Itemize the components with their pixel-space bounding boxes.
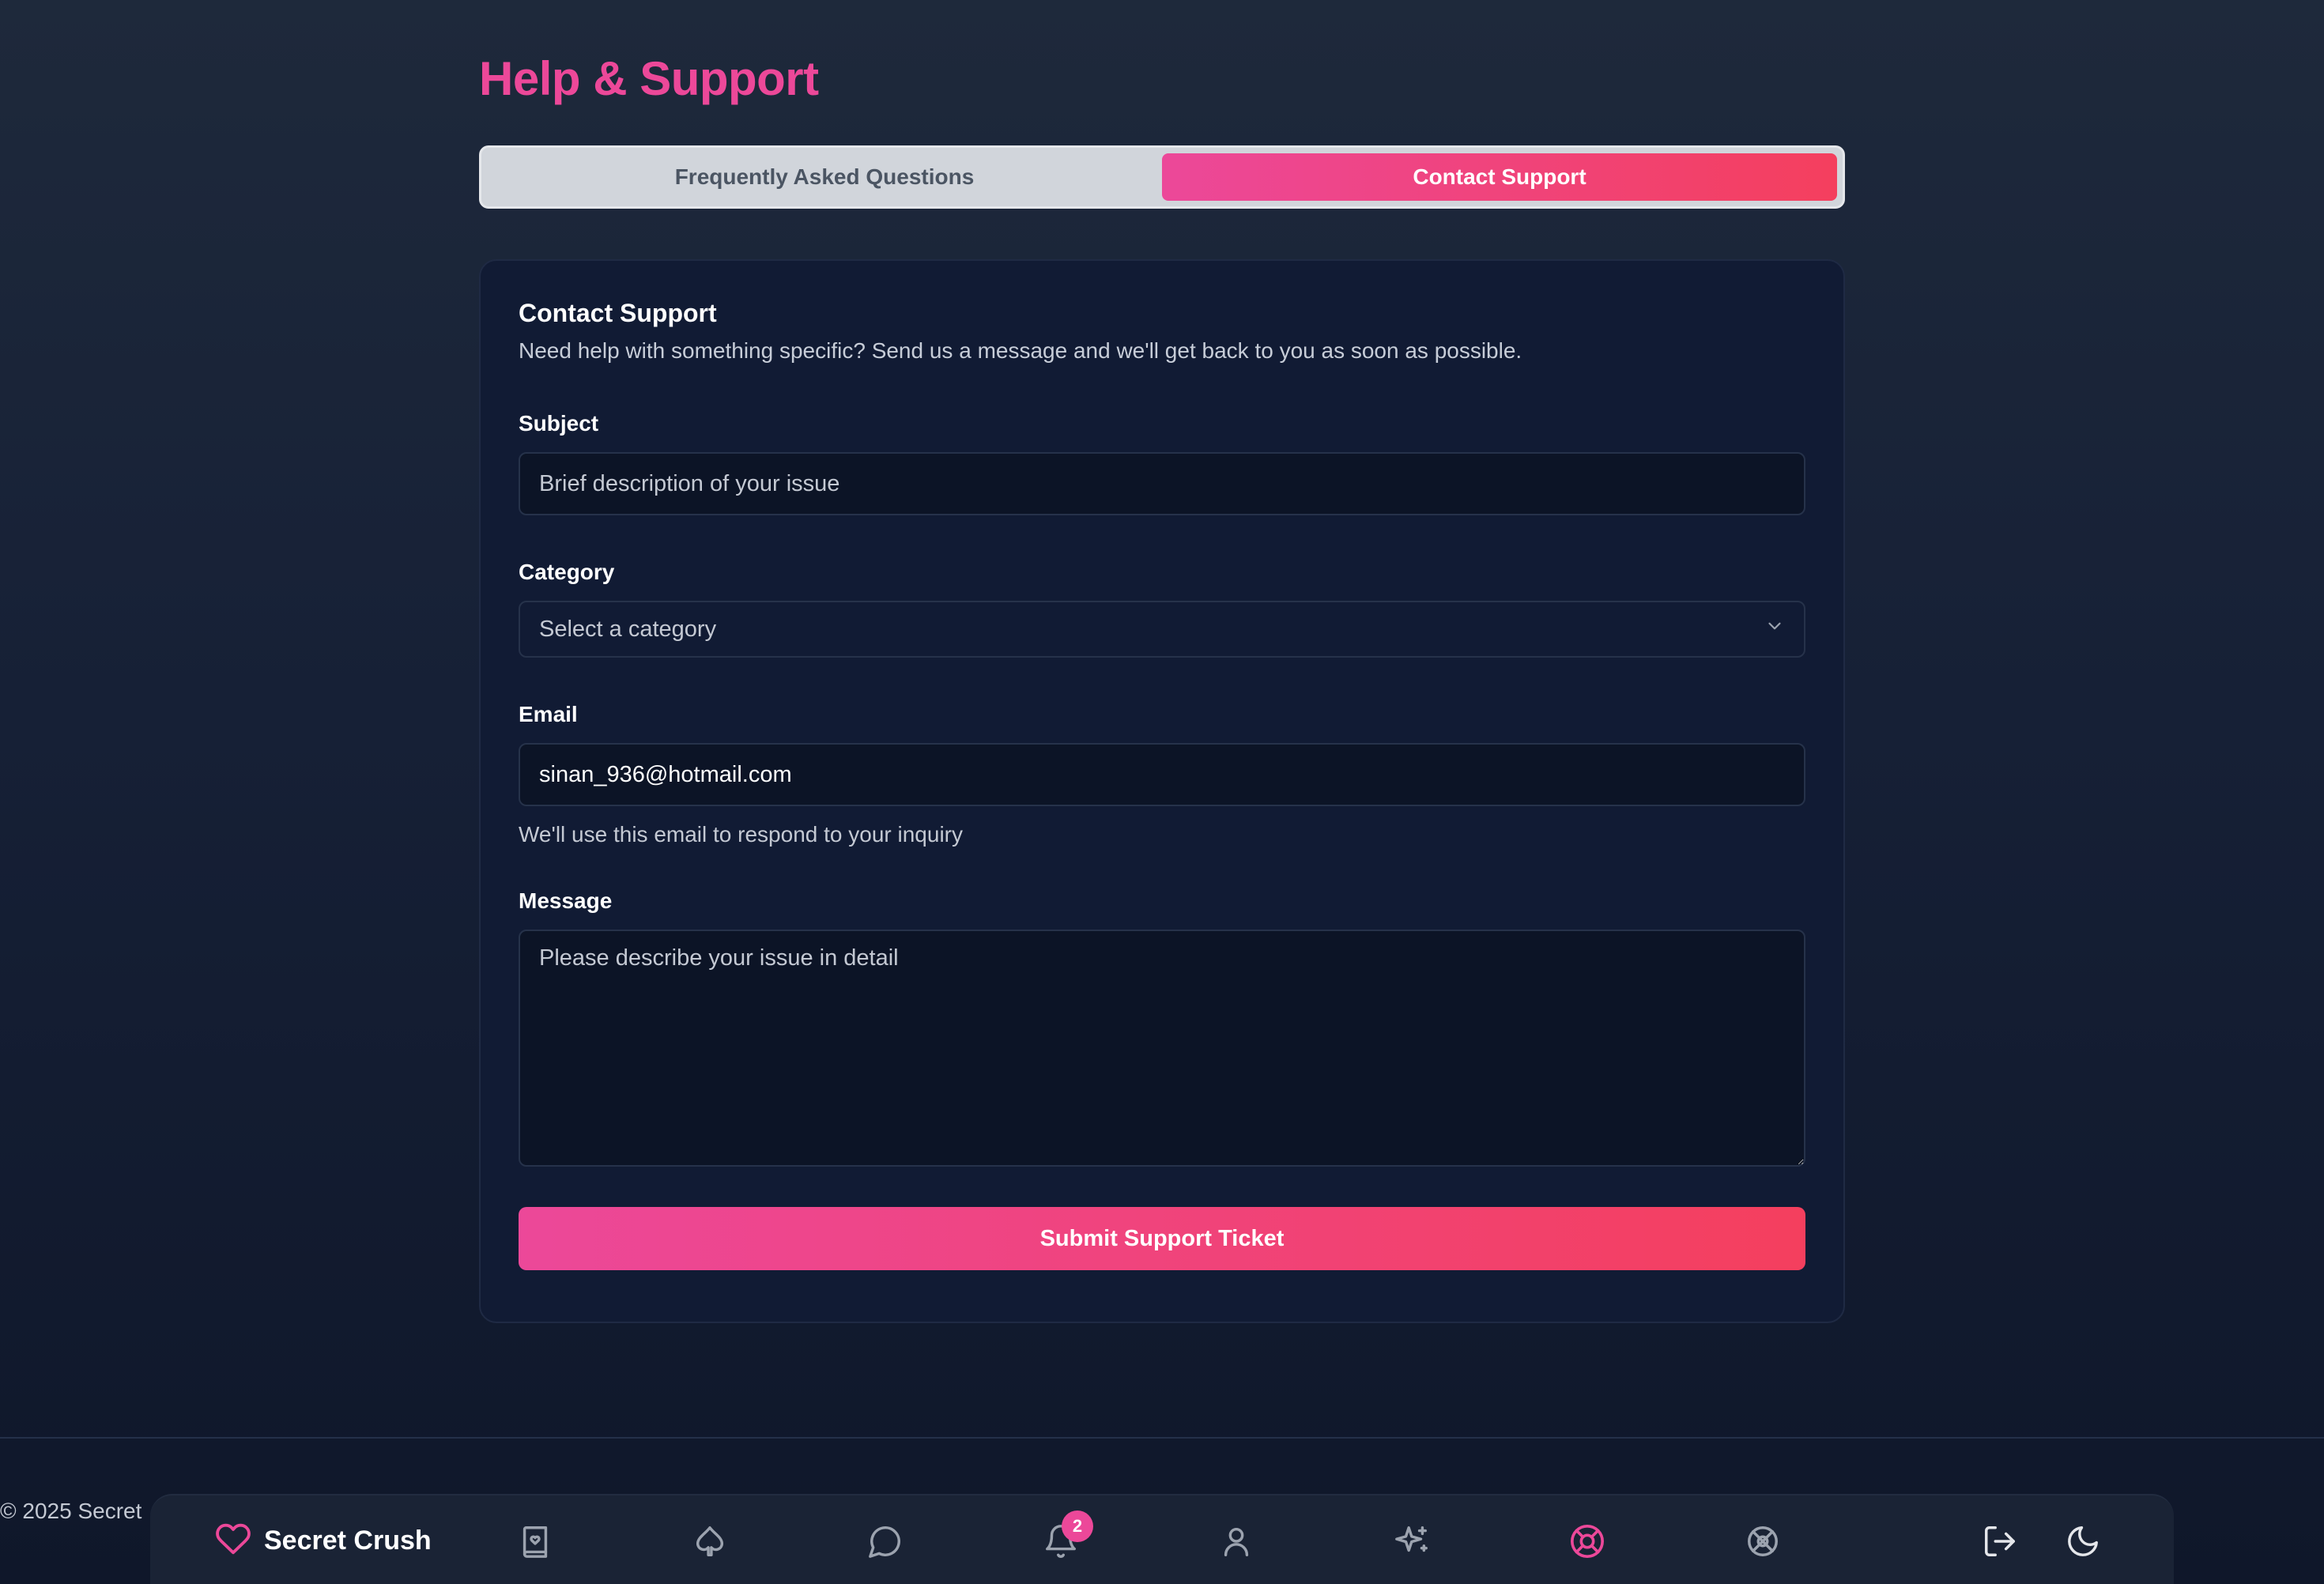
user-icon[interactable] [1218,1523,1254,1559]
category-group: Category Select a category [519,556,1805,658]
bell-icon[interactable]: 2 [1043,1510,1093,1559]
contact-support-card: Contact Support Need help with something… [479,259,1845,1323]
email-hint: We'll use this email to respond to your … [519,822,963,847]
brand-link[interactable]: Secret Crush [215,1521,432,1560]
crossed-circle-icon[interactable] [1745,1523,1781,1559]
email-group: Email We'll use this email to respond to… [519,699,1805,850]
notification-badge: 2 [1062,1510,1093,1542]
book-heart-icon[interactable] [517,1523,553,1559]
email-label: Email [519,702,578,726]
chat-bubble-icon[interactable] [867,1523,904,1559]
help-support-page: Help & Support Frequently Asked Question… [479,47,1845,1323]
card-title: Contact Support [519,299,717,327]
category-select-value: Select a category [539,616,717,642]
subject-input[interactable] [519,452,1805,515]
chevron-down-icon [1764,616,1785,643]
tabs-bar: Frequently Asked Questions Contact Suppo… [479,145,1845,209]
lifebuoy-icon[interactable] [1569,1523,1605,1559]
message-group: Message [519,885,1805,1171]
tab-faq[interactable]: Frequently Asked Questions [487,153,1162,201]
brand-name: Secret Crush [264,1525,432,1556]
message-label: Message [519,888,613,913]
moon-icon[interactable] [2065,1523,2101,1559]
category-select[interactable]: Select a category [519,601,1805,658]
card-description: Need help with something specific? Send … [519,338,1522,363]
category-label: Category [519,560,615,584]
spade-icon[interactable] [692,1523,728,1559]
tab-contact-support[interactable]: Contact Support [1162,153,1837,201]
message-textarea[interactable] [519,930,1805,1167]
heart-icon [215,1521,251,1561]
subject-label: Subject [519,411,599,436]
subject-group: Subject [519,408,1805,515]
submit-ticket-button[interactable]: Submit Support Ticket [519,1207,1805,1270]
footer-divider [0,1437,2324,1439]
bottom-nav: Secret Crush 2 [150,1494,2174,1584]
logout-icon[interactable] [1982,1523,2018,1559]
copyright-text: © 2025 Secret [0,1499,142,1523]
page-title: Help & Support [479,52,819,105]
sparkles-icon[interactable] [1394,1523,1430,1559]
email-field[interactable] [519,743,1805,806]
